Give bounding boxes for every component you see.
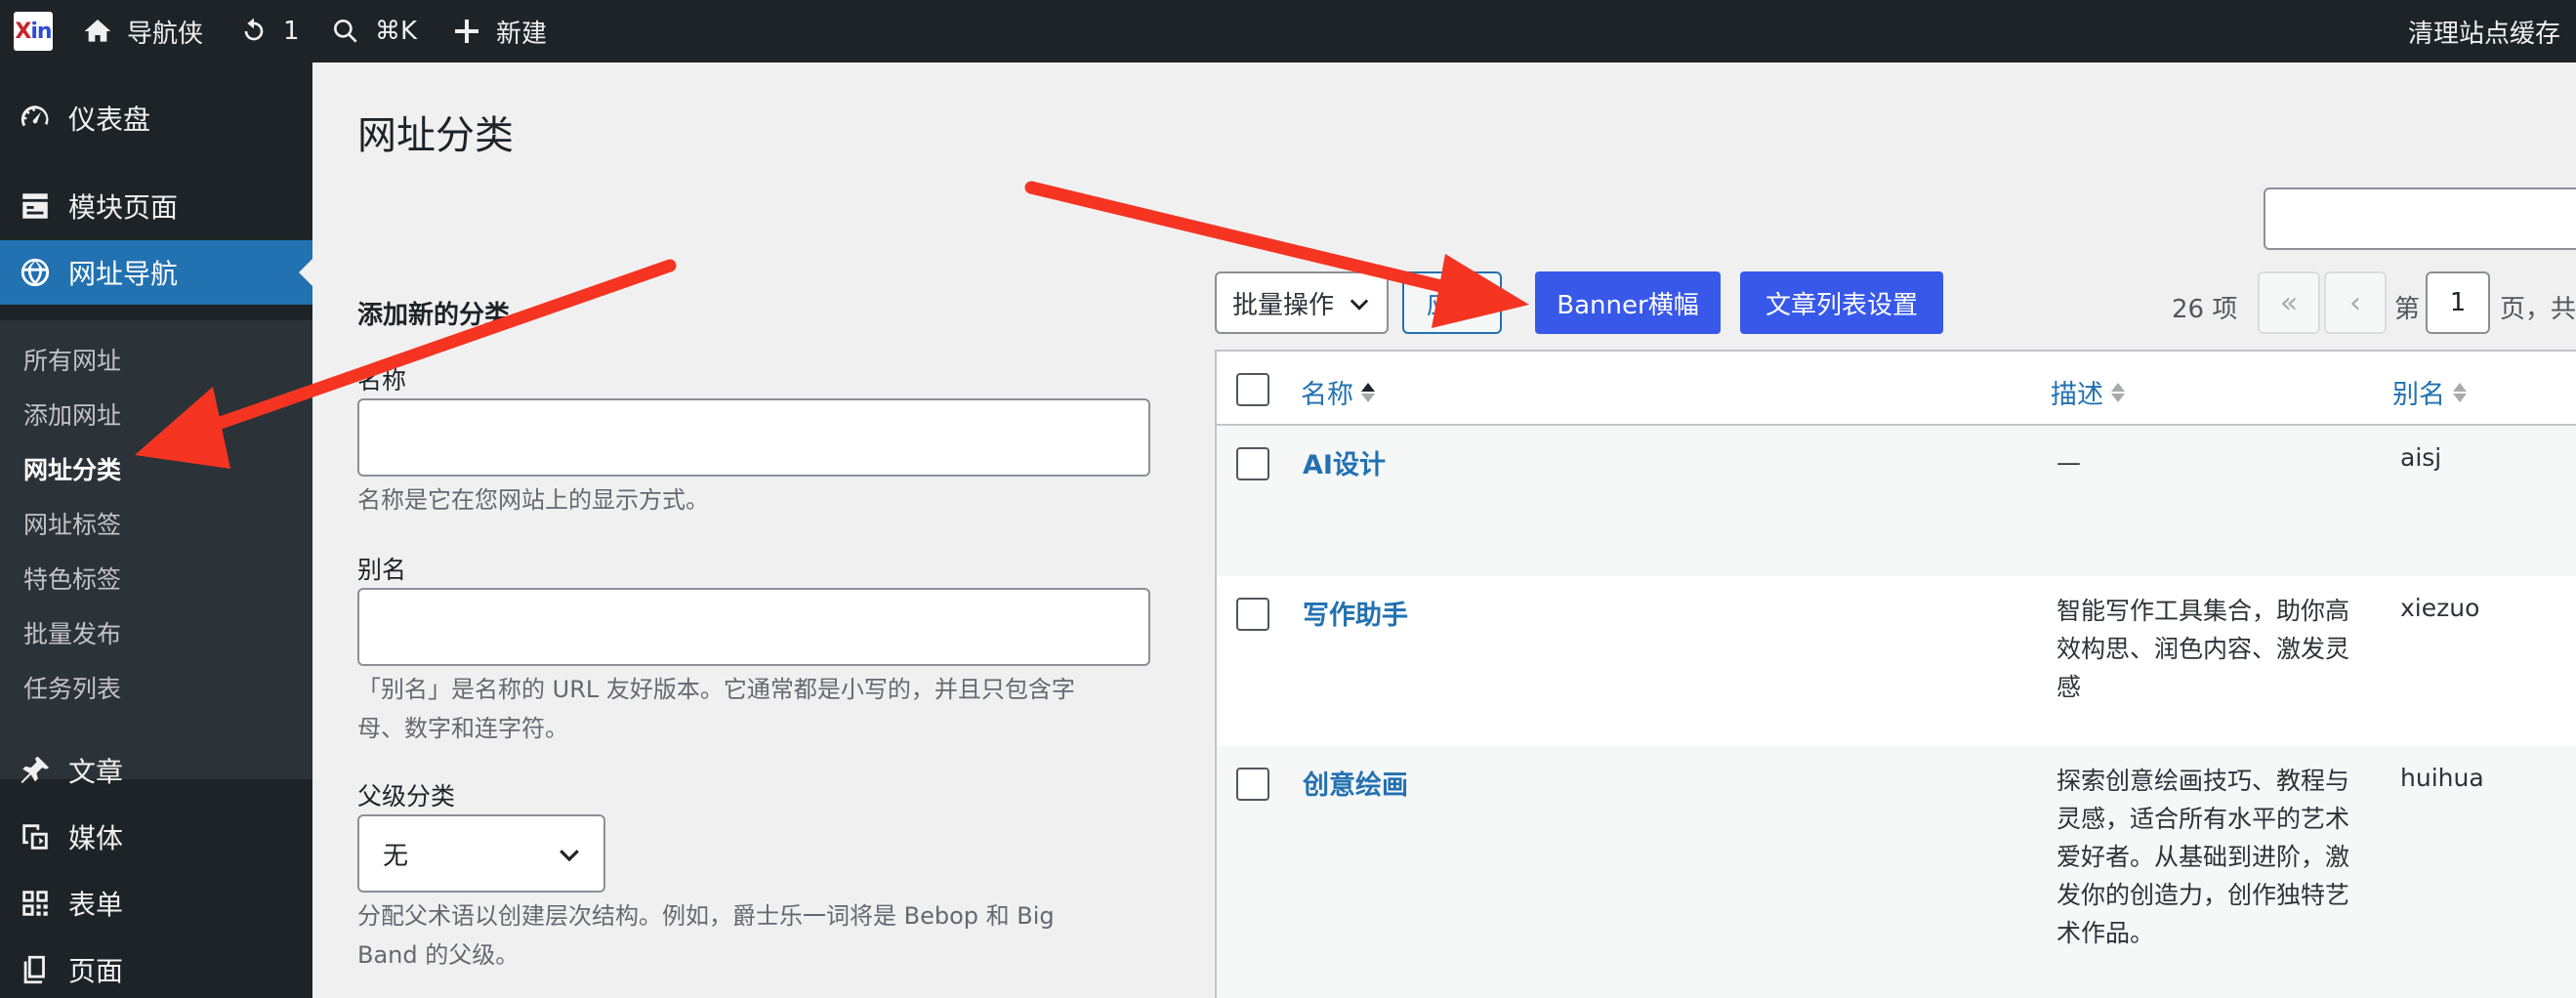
row-slug: xiezuo bbox=[2400, 594, 2480, 622]
menu-url-navigation[interactable]: 网址导航 bbox=[0, 240, 312, 305]
slug-help: 「别名」是名称的 URL 友好版本。它通常都是小写的，并且只包含字 母、数字和连… bbox=[357, 676, 1075, 742]
new-content-link[interactable]: 新建 bbox=[451, 0, 547, 62]
table-row: AI设计 — aisj bbox=[1217, 426, 2576, 576]
table-header: 名称 描述 别名 bbox=[1217, 352, 2576, 426]
parent-help: 分配父术语以创建层次结构。例如，爵士乐一词将是 Bebop 和 Big Band… bbox=[357, 902, 1055, 969]
table-row: 创意绘画 探索创意绘画技巧、教程与灵感，适合所有水平的艺术爱好者。从基础到进阶，… bbox=[1217, 746, 2576, 998]
row-description: 探索创意绘画技巧、教程与灵感，适合所有水平的艺术爱好者。从基础到进阶，激发你的创… bbox=[2057, 767, 2350, 947]
chevron-down-icon bbox=[1350, 299, 1369, 311]
current-page-input[interactable]: 1 bbox=[2426, 271, 2490, 334]
chevron-down-icon bbox=[560, 850, 579, 862]
column-slug-header[interactable]: 别名 bbox=[2392, 373, 2467, 411]
globe-icon bbox=[18, 255, 53, 290]
sort-icon bbox=[2111, 382, 2125, 402]
submenu-bulk-publish[interactable]: 批量发布 bbox=[23, 615, 121, 650]
page-suffix: 页，共 bbox=[2500, 295, 2576, 324]
row-description: 智能写作工具集合，助你高效构思、润色内容、激发灵感 bbox=[2057, 597, 2350, 701]
first-page-button[interactable]: « bbox=[2258, 271, 2320, 334]
module-icon bbox=[18, 188, 53, 224]
row-checkbox[interactable] bbox=[1236, 447, 1269, 480]
column-description-header[interactable]: 描述 bbox=[2051, 373, 2125, 411]
dashboard-icon bbox=[18, 101, 53, 136]
category-name-input[interactable] bbox=[357, 398, 1150, 477]
page-prefix: 第 bbox=[2394, 295, 2421, 324]
page-title: 网址分类 bbox=[357, 113, 514, 158]
categories-table: 名称 描述 别名 AI设计 — aisj 写作助手 智能写作工具集合，助你高效构… bbox=[1215, 350, 2576, 998]
items-count: 26 项 bbox=[2172, 295, 2238, 324]
slug-label: 别名 bbox=[357, 556, 407, 584]
banner-button[interactable]: Banner横幅 bbox=[1535, 271, 1721, 334]
media-icon bbox=[18, 819, 53, 854]
updates-link[interactable]: 1 bbox=[238, 0, 300, 62]
submenu-featured-tags[interactable]: 特色标签 bbox=[23, 561, 121, 596]
select-all-checkbox[interactable] bbox=[1236, 373, 1269, 406]
submenu-add-url[interactable]: 添加网址 bbox=[23, 396, 121, 432]
row-checkbox[interactable] bbox=[1236, 768, 1269, 801]
menu-forms[interactable]: 表单 bbox=[0, 871, 312, 936]
menu-pages[interactable]: 页面 bbox=[0, 937, 312, 998]
pin-icon bbox=[18, 753, 53, 788]
submenu-task-list[interactable]: 任务列表 bbox=[23, 670, 121, 705]
row-name-link[interactable]: 写作助手 bbox=[1303, 594, 1408, 632]
refresh-icon bbox=[244, 18, 264, 41]
name-help: 名称是它在您网站上的显示方式。 bbox=[357, 486, 709, 514]
prev-page-button[interactable]: ‹ bbox=[2324, 271, 2387, 334]
clear-cache-link[interactable]: 清理站点缓存 bbox=[2408, 0, 2560, 62]
menu-posts[interactable]: 文章 bbox=[0, 738, 312, 803]
apply-button[interactable]: 应用 bbox=[1402, 271, 1502, 334]
admin-bar: Xin 导航侠 1 ⌘K 新建 清理站点缓存 bbox=[0, 0, 2576, 62]
url-navigation-submenu: 所有网址 添加网址 网址分类 网址标签 特色标签 批量发布 任务列表 bbox=[0, 320, 312, 779]
name-label: 名称 bbox=[357, 366, 407, 395]
search-shortcut[interactable]: ⌘K bbox=[330, 0, 417, 62]
article-list-settings-button[interactable]: 文章列表设置 bbox=[1740, 271, 1943, 334]
sort-icon bbox=[2453, 382, 2467, 402]
add-category-heading: 添加新的分类 bbox=[357, 301, 511, 330]
submenu-url-categories[interactable]: 网址分类 bbox=[23, 451, 121, 486]
search-icon bbox=[334, 20, 357, 43]
bulk-action-select[interactable]: 批量操作 bbox=[1215, 271, 1389, 334]
home-icon bbox=[84, 20, 111, 42]
submenu-all-urls[interactable]: 所有网址 bbox=[23, 342, 121, 377]
qrcode-icon bbox=[18, 886, 53, 921]
category-search-input[interactable] bbox=[2264, 187, 2576, 250]
row-name-link[interactable]: AI设计 bbox=[1303, 443, 1386, 481]
row-checkbox[interactable] bbox=[1236, 598, 1269, 631]
menu-media[interactable]: 媒体 bbox=[0, 805, 312, 869]
parent-label: 父级分类 bbox=[357, 782, 456, 811]
category-slug-input[interactable] bbox=[357, 588, 1150, 666]
page-icon bbox=[18, 952, 53, 987]
plus-icon bbox=[455, 20, 478, 43]
sort-icon bbox=[1361, 382, 1375, 402]
row-name-link[interactable]: 创意绘画 bbox=[1303, 764, 1408, 802]
column-name-header[interactable]: 名称 bbox=[1301, 373, 1375, 411]
row-slug: huihua bbox=[2400, 764, 2484, 792]
menu-module-pages[interactable]: 模块页面 bbox=[0, 174, 312, 238]
row-slug: aisj bbox=[2400, 443, 2442, 472]
site-logo[interactable]: Xin bbox=[14, 12, 53, 51]
admin-sidebar: 仪表盘 模块页面 网址导航 所有网址 添加网址 网址分类 网址标签 特色标签 批… bbox=[0, 62, 312, 998]
submenu-url-tags[interactable]: 网址标签 bbox=[23, 506, 121, 541]
site-name-link[interactable]: 导航侠 bbox=[82, 0, 203, 62]
menu-dashboard[interactable]: 仪表盘 bbox=[0, 86, 312, 150]
table-row: 写作助手 智能写作工具集合，助你高效构思、润色内容、激发灵感 xiezuo bbox=[1217, 576, 2576, 746]
parent-category-select[interactable]: 无 bbox=[357, 814, 605, 893]
row-description: — bbox=[2057, 448, 2081, 477]
